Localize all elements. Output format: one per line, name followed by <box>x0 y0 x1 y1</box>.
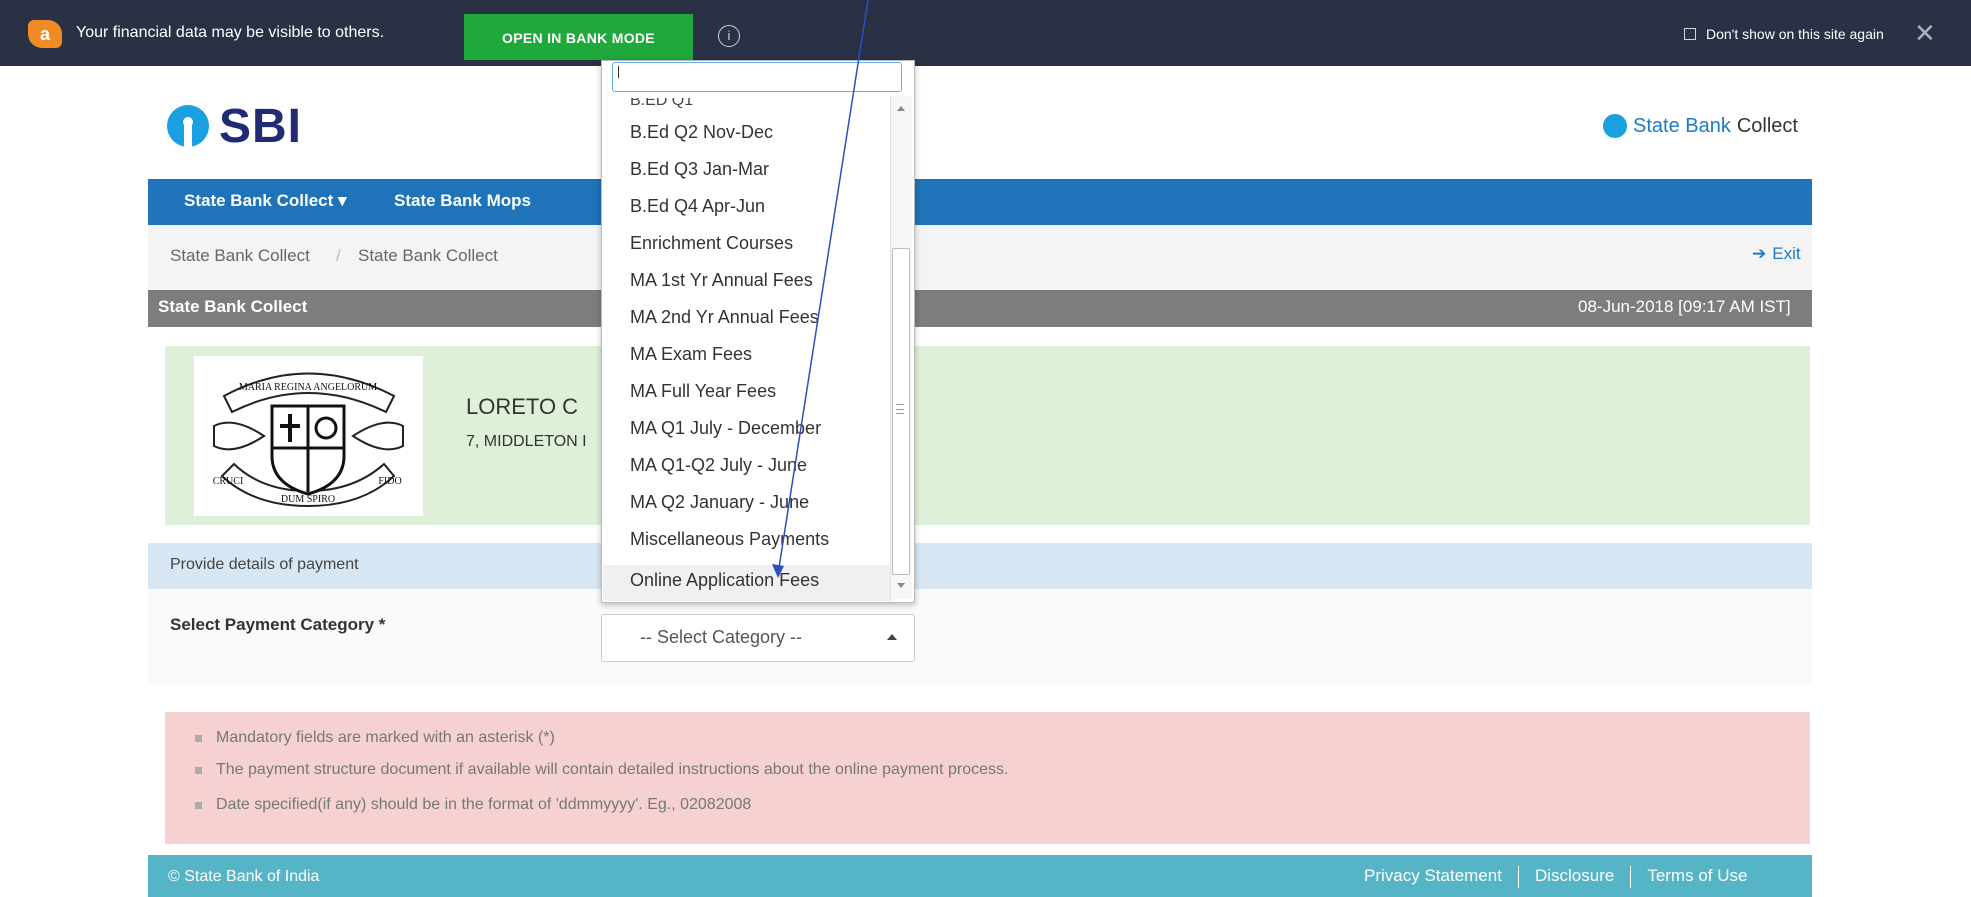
close-icon[interactable]: ✕ <box>1914 18 1936 49</box>
brand-word-state-bank: State Bank <box>1633 114 1731 137</box>
note-item: The payment structure document if availa… <box>195 761 1008 779</box>
sbi-brand-icon <box>1603 114 1627 138</box>
nav-item-state-bank-mops[interactable]: State Bank Mops <box>394 191 531 211</box>
payment-category-label: Select Payment Category * <box>170 615 386 634</box>
footer-links: Privacy Statement Disclosure Terms of Us… <box>1364 866 1747 888</box>
dropdown-option[interactable]: Enrichment Courses <box>630 233 793 254</box>
scroll-down-arrow-icon[interactable] <box>897 583 905 588</box>
institution-address: 7, MIDDLETON I <box>466 433 587 450</box>
caret-up-icon[interactable] <box>887 634 897 640</box>
section-header-bar <box>148 290 1812 327</box>
privacy-statement-link[interactable]: Privacy Statement <box>1364 866 1502 888</box>
dropdown-option[interactable]: MA Exam Fees <box>630 344 752 365</box>
info-icon[interactable]: i <box>718 25 740 47</box>
text-cursor <box>618 66 619 78</box>
loreto-crest-logo: MARIA REGINA ANGELORUM CRUCI DUM SPIRO F… <box>194 356 423 516</box>
bullet-icon <box>195 766 202 774</box>
disclosure-link[interactable]: Disclosure <box>1535 866 1614 888</box>
dropdown-option[interactable]: MA Full Year Fees <box>630 381 776 402</box>
crest-motto-right: FIDO <box>378 476 401 487</box>
dropdown-option[interactable]: Miscellaneous Payments <box>630 529 829 550</box>
dropdown-option[interactable]: MA 1st Yr Annual Fees <box>630 270 813 291</box>
scroll-up-arrow-icon[interactable] <box>897 106 905 111</box>
institution-name: LORETO C <box>466 394 579 419</box>
dropdown-option[interactable]: B.Ed Q2 Nov-Dec <box>630 122 773 143</box>
note-item: Date specified(if any) should be in the … <box>195 796 751 814</box>
scrollbar-grip-icon <box>896 404 904 414</box>
sbi-keyhole-icon <box>167 105 209 147</box>
breadcrumb-item: State Bank Collect <box>358 246 498 265</box>
payment-category-select[interactable]: -- Select Category -- <box>601 614 915 662</box>
dont-show-label: Don't show on this site again <box>1706 26 1884 42</box>
note-item: Mandatory fields are marked with an aste… <box>195 729 555 747</box>
crest-icon: MARIA REGINA ANGELORUM CRUCI DUM SPIRO F… <box>213 372 404 508</box>
avast-logo-icon: a <box>28 20 62 48</box>
crest-motto-left: CRUCI <box>213 476 244 487</box>
breadcrumb-item[interactable]: State Bank Collect <box>170 246 310 266</box>
copyright: © State Bank of India <box>168 868 320 885</box>
dropdown-search-input[interactable] <box>612 62 902 92</box>
dropdown-option[interactable]: MA Q1-Q2 July - June <box>630 455 807 476</box>
dont-show-again-checkbox[interactable]: Don't show on this site again <box>1684 26 1884 42</box>
note-text: Date specified(if any) should be in the … <box>216 796 752 813</box>
crest-motto-bottom: DUM SPIRO <box>281 494 335 505</box>
dropdown-option[interactable]: MA Q1 July - December <box>630 418 821 439</box>
exit-label: Exit <box>1772 244 1801 263</box>
exit-icon: ➔ <box>1752 244 1767 263</box>
note-text: The payment structure document if availa… <box>216 761 1009 778</box>
bullet-icon <box>195 801 202 809</box>
notification-message: Your financial data may be visible to ot… <box>76 24 385 41</box>
checkbox-icon[interactable] <box>1684 28 1696 40</box>
dropdown-option[interactable]: B.Ed Q4 Apr-Jun <box>630 196 765 217</box>
footer-divider <box>1517 866 1519 888</box>
nav-item-state-bank-collect[interactable]: State Bank Collect ▾ <box>184 191 347 211</box>
crest-motto-top: MARIA REGINA ANGELORUM <box>239 382 377 393</box>
payment-form-row <box>148 589 1812 684</box>
open-bank-mode-button[interactable]: OPEN IN BANK MODE <box>464 14 693 60</box>
section-title: State Bank Collect <box>158 297 308 316</box>
section-datetime: 08-Jun-2018 [09:17 AM IST] <box>1578 297 1791 316</box>
note-text: Mandatory fields are marked with an aste… <box>216 729 555 746</box>
sbi-logo: SBI <box>167 98 302 154</box>
breadcrumb-separator: / <box>336 246 341 265</box>
footer-divider <box>1630 866 1632 888</box>
dropdown-option[interactable]: MA 2nd Yr Annual Fees <box>630 307 819 328</box>
payment-details-heading: Provide details of payment <box>170 556 359 573</box>
payment-details-header <box>148 543 1812 589</box>
brand-word-collect: Collect <box>1736 114 1798 137</box>
exit-link[interactable]: ➔ Exit <box>1752 244 1801 264</box>
dropdown-option-highlighted[interactable]: Online Application Fees <box>630 570 819 591</box>
dropdown-option[interactable]: B.Ed Q3 Jan-Mar <box>630 159 769 180</box>
terms-of-use-link[interactable]: Terms of Use <box>1647 866 1747 888</box>
sbi-logo-text: SBI <box>219 99 303 153</box>
bullet-icon <box>195 734 202 742</box>
dropdown-option[interactable]: MA Q2 January - June <box>630 492 809 513</box>
state-bank-collect-brand: State Bank Collect <box>1603 114 1798 138</box>
